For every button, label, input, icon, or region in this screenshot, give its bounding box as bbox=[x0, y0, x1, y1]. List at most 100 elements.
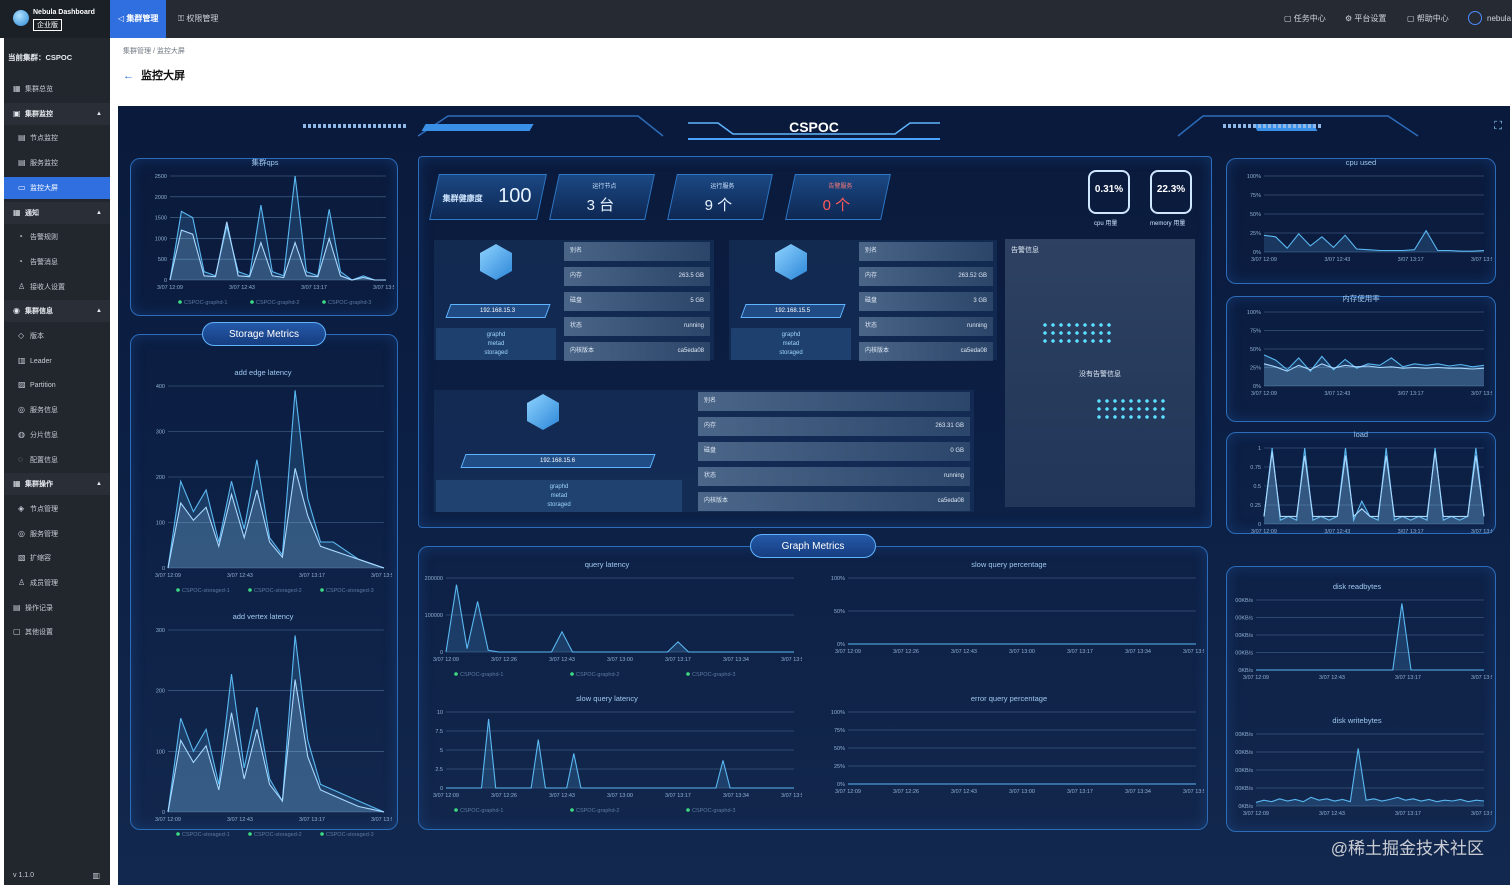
collapse-sidebar-icon[interactable]: ▥ bbox=[92, 871, 100, 880]
key-icon: ⚿ bbox=[178, 14, 185, 23]
x-tick-label: 3/07 13:51 bbox=[1471, 391, 1492, 397]
node-ip: 192.168.15.6 bbox=[460, 454, 656, 468]
series-area bbox=[446, 718, 794, 788]
bell-icon: ▦ bbox=[13, 207, 21, 217]
tab-permission-management[interactable]: ⚿ 权限管理 bbox=[170, 0, 226, 38]
slow-query-latency-chart: slow query latency 10 7.5 5 2.5 03/07 12:09 3/… bbox=[433, 694, 802, 814]
sidebar-item[interactable]: ▧ 扩缩容 bbox=[4, 547, 110, 569]
x-tick-label: 3/07 12:09 bbox=[1251, 529, 1277, 535]
back-arrow-icon[interactable]: ← bbox=[123, 70, 134, 82]
x-tick-label: 3/07 13:51 bbox=[1183, 789, 1204, 795]
sidebar-item[interactable]: ▢ 其他设置 bbox=[4, 621, 110, 643]
x-tick-label: 3/07 13:51 bbox=[1471, 529, 1492, 535]
app-logo[interactable]: Nebula Dashboard 企业版 bbox=[0, 0, 110, 38]
legend-label: CSPOC-graphd-1 bbox=[460, 672, 503, 678]
leader-icon: ▥ bbox=[18, 355, 26, 365]
x-tick-label: 3/07 13:00 bbox=[607, 657, 633, 663]
fullscreen-icon[interactable]: ⛶ bbox=[1494, 120, 1502, 133]
chart-icon: ▤ bbox=[18, 158, 26, 168]
y-tick-label: 75% bbox=[1250, 193, 1261, 199]
tab-cluster-management[interactable]: ◁ 集群管理 bbox=[110, 0, 167, 38]
y-tick-label: 0.25 bbox=[1250, 503, 1261, 509]
sidebar-item-label: 告警规则 bbox=[28, 234, 58, 242]
cpu-usage-gauge: 0.31% bbox=[1088, 170, 1130, 214]
version-label: v 1.1.0 bbox=[13, 872, 35, 879]
sidebar: 当前集群：CSPOC v 1.1.0 ▥ ▦ 集群总览 ▣ 集群监控 ▲ ▤ 节点监控… bbox=[4, 38, 110, 885]
legend-label: CSPOC-graphd-3 bbox=[692, 808, 735, 814]
chevron-up-icon: ▲ bbox=[96, 308, 102, 315]
sidebar-item-label: 告警消息 bbox=[28, 258, 58, 266]
x-tick-label: 3/07 13:51 bbox=[1471, 811, 1492, 817]
series-area bbox=[168, 468, 384, 568]
y-tick-label: 75% bbox=[834, 728, 845, 734]
platform-settings-link[interactable]: ⚙ 平台设置 bbox=[1345, 0, 1386, 38]
sidebar-item-label: 接收人设置 bbox=[28, 283, 65, 291]
slow-query-percentage-chart: slow query percentage 100% 50% 0%3/07 12:09… bbox=[831, 560, 1204, 655]
sidebar-item[interactable]: ◔ 告警规则 bbox=[4, 226, 110, 248]
sidebar-item[interactable]: ▣ 集群监控 ▲ bbox=[4, 102, 110, 125]
y-tick-label: 0KB/s bbox=[1238, 668, 1253, 674]
x-tick-label: 3/07 12:43 bbox=[1324, 257, 1350, 263]
sidebar-item[interactable]: ▭ 监控大屏 bbox=[4, 176, 110, 199]
sidebar-item[interactable]: ▥ Leader bbox=[4, 350, 110, 372]
y-tick-label: 00KB/s bbox=[1235, 732, 1253, 738]
x-tick-label: 3/07 13:17 bbox=[299, 573, 325, 579]
page-title: ← 监控大屏 bbox=[123, 70, 185, 82]
settings-icon: ▢ bbox=[13, 627, 21, 637]
no-alert-message: 没有告警信息 bbox=[1079, 371, 1121, 378]
y-tick-label: 100000 bbox=[425, 613, 443, 619]
sidebar-item-label: 服务信息 bbox=[28, 407, 58, 415]
ops-icon: ▦ bbox=[13, 479, 21, 489]
y-tick-label: 25% bbox=[1250, 231, 1261, 237]
series-area bbox=[1256, 748, 1484, 806]
sidebar-item[interactable]: ◉ 集群信息 ▲ bbox=[4, 300, 110, 323]
sidebar-item[interactable]: ♙ 成员管理 bbox=[4, 572, 110, 594]
help-center-link[interactable]: ▢ 帮助中心 bbox=[1407, 0, 1449, 38]
task-center-link[interactable]: ▢ 任务中心 bbox=[1284, 0, 1326, 38]
y-tick-label: 00KB/s bbox=[1235, 651, 1253, 657]
sidebar-item[interactable]: ◍ 分片信息 bbox=[4, 424, 110, 446]
alert-dots-decoration bbox=[1095, 397, 1165, 423]
sidebar-item[interactable]: ◌ 配置信息 bbox=[4, 449, 110, 471]
y-tick-label: 00KB/s bbox=[1235, 768, 1253, 774]
sidebar-item[interactable]: ▦ 通知 ▲ bbox=[4, 201, 110, 224]
x-tick-label: 3/07 13:17 bbox=[1067, 649, 1093, 655]
current-cluster-label: 当前集群：CSPOC bbox=[8, 53, 73, 62]
node-info-value: 3 GB bbox=[973, 298, 987, 304]
series-line bbox=[446, 718, 794, 789]
x-tick-label: 3/07 13:00 bbox=[1009, 649, 1035, 655]
node-info-key: 别名 bbox=[570, 248, 583, 254]
y-tick-label: 10 bbox=[437, 710, 443, 716]
sidebar-item[interactable]: ◎ 服务信息 bbox=[4, 399, 110, 421]
user-name[interactable]: nebula bbox=[1487, 0, 1511, 38]
node-ip: 192.168.15.3 bbox=[445, 304, 551, 318]
sidebar-item[interactable]: ◎ 服务管理 bbox=[4, 523, 110, 545]
node-info-value: running bbox=[966, 323, 987, 329]
sidebar-item[interactable]: ◇ 版本 bbox=[4, 325, 110, 347]
node-info-row: 状态 running bbox=[698, 467, 970, 486]
y-tick-label: 0 bbox=[440, 650, 443, 656]
node-info-value: 263.5 GB bbox=[678, 273, 704, 279]
sidebar-item[interactable]: ▤ 操作记录 bbox=[4, 597, 110, 619]
dashboard-title: CSPOC bbox=[688, 116, 940, 140]
y-tick-label: 100% bbox=[1247, 310, 1261, 316]
x-tick-label: 3/07 12:09 bbox=[835, 649, 861, 655]
sidebar-item[interactable]: ▦ 集群总览 bbox=[4, 78, 110, 100]
y-tick-label: 00KB/s bbox=[1235, 786, 1253, 792]
node-info-key: 状态 bbox=[704, 473, 717, 479]
tag-icon: ◇ bbox=[18, 331, 25, 340]
x-tick-label: 3/07 13:51 bbox=[373, 285, 394, 291]
sidebar-item[interactable]: ♙ 接收人设置 bbox=[4, 276, 110, 298]
memory-usage-label: memory 用量 bbox=[1150, 221, 1186, 227]
sidebar-item[interactable]: ◈ 节点管理 bbox=[4, 498, 110, 520]
service-name: graphd bbox=[486, 332, 506, 338]
sidebar-item[interactable]: ▤ 服务监控 bbox=[4, 152, 110, 174]
sidebar-item[interactable]: ▤ 节点监控 bbox=[4, 127, 110, 149]
user-avatar-icon[interactable] bbox=[1468, 11, 1482, 25]
sidebar-item[interactable]: ▨ Partition bbox=[4, 374, 110, 396]
sidebar-item[interactable]: ◔ 告警消息 bbox=[4, 251, 110, 273]
legend-label: CSPOC-graphd-3 bbox=[328, 300, 371, 306]
x-tick-label: 3/07 12:43 bbox=[229, 285, 255, 291]
sidebar-item[interactable]: ▦ 集群操作 ▲ bbox=[4, 473, 110, 496]
running-services-stat: 运行服务 9 个 bbox=[667, 174, 773, 220]
